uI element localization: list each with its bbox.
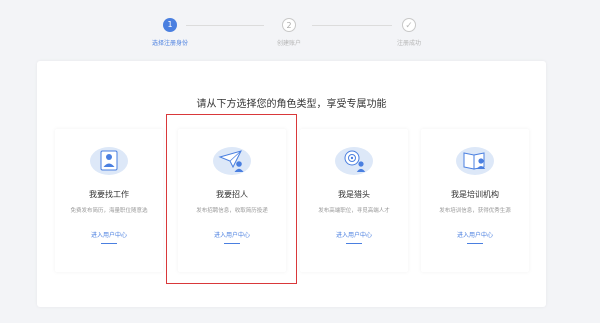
link-underline — [467, 243, 483, 244]
role-name: 我是猎头 — [338, 190, 370, 199]
step-label: 注册成功 — [396, 40, 421, 47]
step-label: 创建账户 — [276, 40, 301, 47]
step-create-account: 2 创建账户 — [249, 18, 329, 47]
link-underline — [101, 243, 117, 244]
step-number: 2 — [282, 18, 296, 32]
enter-user-center-link[interactable]: 进入用户中心 — [421, 230, 529, 239]
role-description: 发布培训信息，获得优秀生源 — [439, 208, 511, 214]
role-name: 我要找工作 — [89, 190, 129, 199]
role-name: 我是培训机构 — [451, 190, 499, 199]
enter-user-center-link[interactable]: 进入用户中心 — [55, 230, 163, 239]
role-card-job-seeker[interactable]: 我要找工作 免费发布简历，海量职位随意选 进入用户中心 — [55, 129, 163, 272]
page-title: 请从下方选择您的角色类型，享受专属功能 — [196, 99, 387, 110]
registration-stepper: 1 选择注册身份 2 创建账户 ✓ 注册成功 — [0, 18, 600, 54]
step-label: 选择注册身份 — [151, 40, 188, 47]
role-card-headhunter[interactable]: 我是猎头 发布高端职位，寻觅高端人才 进入用户中心 — [300, 129, 408, 272]
link-underline — [346, 243, 362, 244]
step-select-identity: 1 选择注册身份 — [130, 18, 210, 47]
role-card-training-org[interactable]: 我是培训机构 发布培训信息，获得优秀生源 进入用户中心 — [421, 129, 529, 272]
headhunter-target-icon — [333, 143, 375, 177]
check-icon: ✓ — [402, 18, 416, 32]
role-description: 免费发布简历，海量职位随意选 — [70, 208, 148, 214]
role-description: 发布高端职位，寻觅高端人才 — [318, 208, 390, 214]
step-register-success: ✓ 注册成功 — [369, 18, 449, 47]
enter-user-center-link[interactable]: 进入用户中心 — [300, 230, 408, 239]
step-number: 1 — [163, 18, 177, 32]
selection-highlight-box — [166, 114, 297, 284]
training-book-icon — [454, 143, 496, 177]
user-resume-icon — [88, 143, 130, 177]
